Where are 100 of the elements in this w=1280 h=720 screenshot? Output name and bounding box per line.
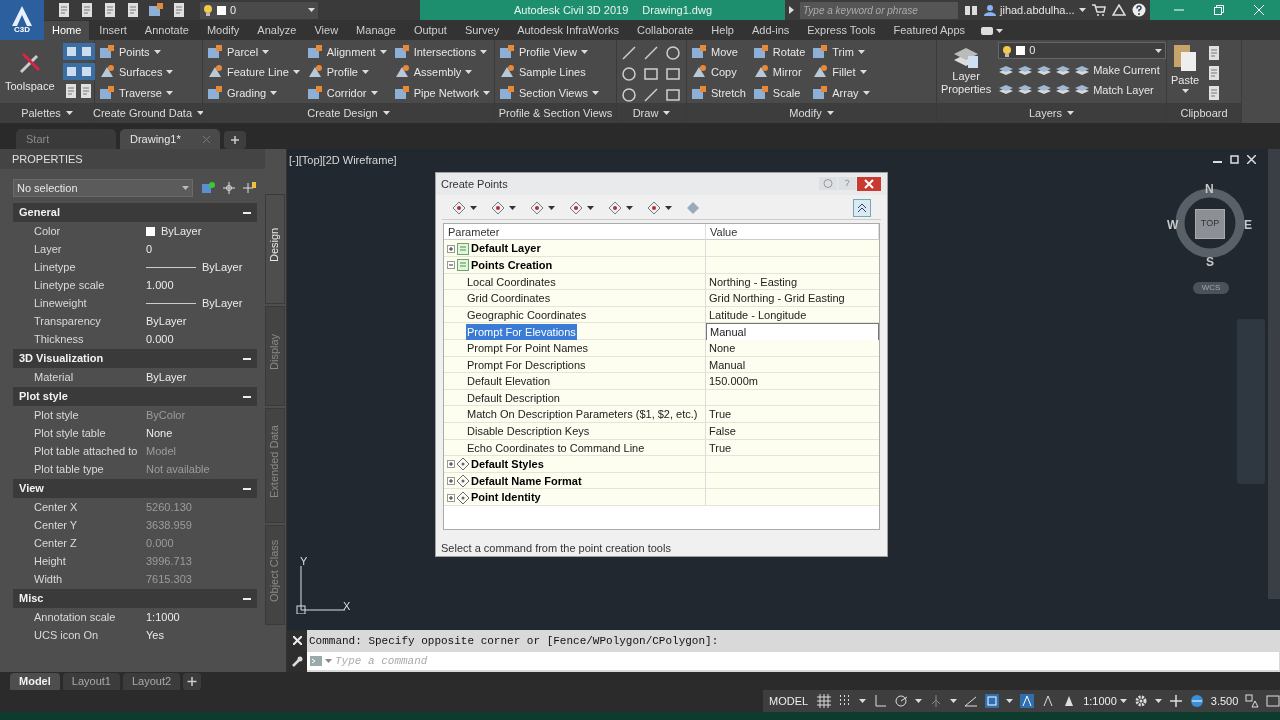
- ribbon-command[interactable]: Corridor: [306, 82, 387, 103]
- viewport-label[interactable]: [-][Top][2D Wireframe]: [289, 152, 397, 169]
- polar-icon[interactable]: [894, 694, 909, 708]
- expand-box-icon[interactable]: [447, 244, 455, 253]
- restore-icon[interactable]: [1230, 155, 1239, 164]
- panel-title[interactable]: Layers: [937, 103, 1166, 123]
- toolbar-icon[interactable]: [79, 2, 95, 18]
- ribbon-tab[interactable]: Help: [703, 21, 742, 40]
- ribbon-command[interactable]: Assembly: [393, 62, 491, 83]
- panel-title[interactable]: Profile & Section Views: [495, 103, 616, 123]
- expand-box-icon[interactable]: [447, 460, 455, 469]
- pickadd-icon[interactable]: [243, 181, 257, 195]
- ribbon-command[interactable]: Surfaces: [99, 62, 174, 83]
- panel-title[interactable]: Modify: [687, 103, 936, 123]
- point-tool-icon[interactable]: [491, 201, 505, 216]
- toolbar-icon[interactable]: [148, 2, 164, 18]
- ribbon-tab[interactable]: Modify: [198, 21, 248, 40]
- layer-properties-button[interactable]: Layer Properties: [941, 42, 992, 103]
- compass-letter[interactable]: W: [1167, 216, 1179, 234]
- parameter-value[interactable]: Northing - Easting: [709, 273, 798, 291]
- drawing-tool-icon[interactable]: [665, 66, 681, 82]
- panel-title[interactable]: Create Design: [203, 103, 494, 123]
- ribbon-tab[interactable]: Collaborate: [629, 21, 702, 40]
- ribbon-tab[interactable]: Annotate: [136, 21, 197, 40]
- selection-cycling-icon[interactable]: [985, 694, 1000, 708]
- parameter-value[interactable]: Latitude - Longitude: [709, 306, 807, 324]
- group-label[interactable]: Points Creation: [471, 257, 553, 274]
- section-header[interactable]: View: [19, 480, 44, 497]
- ribbon-tab[interactable]: Analyze: [249, 21, 305, 40]
- point-tool-icon[interactable]: [530, 201, 544, 216]
- parameter-value[interactable]: 150.000m: [709, 373, 758, 390]
- ribbon-command[interactable]: Rotate: [752, 42, 806, 63]
- parameter-value[interactable]: True: [709, 439, 732, 457]
- drawing-tool-icon[interactable]: [643, 87, 659, 103]
- binoculars-icon[interactable]: [964, 4, 978, 16]
- section-header[interactable]: Misc: [19, 590, 44, 607]
- panel-title[interactable]: Draw: [617, 103, 686, 123]
- parameter-value[interactable]: None: [709, 340, 736, 357]
- ribbon-command[interactable]: Traverse: [99, 82, 174, 103]
- drawing-tool-icon[interactable]: [665, 45, 681, 61]
- ribbon-command[interactable]: Array: [812, 82, 870, 103]
- collapse-box-icon[interactable]: [447, 261, 455, 270]
- annotation-visibility-icon[interactable]: [1020, 694, 1035, 708]
- point-tool-icon[interactable]: [569, 201, 583, 216]
- panel-title[interactable]: Create Ground Data: [95, 103, 202, 123]
- crosshair-icon[interactable]: [223, 182, 235, 194]
- ortho-icon[interactable]: [873, 694, 888, 708]
- point-tool-icon[interactable]: [647, 201, 661, 216]
- parameter-value[interactable]: Manual: [710, 324, 747, 341]
- parameter-label[interactable]: Prompt For Point Names: [466, 340, 590, 357]
- parameter-value[interactable]: Manual: [709, 356, 746, 374]
- compass-letter[interactable]: E: [1244, 216, 1252, 234]
- ribbon-toggle-icon[interactable]: [981, 26, 994, 35]
- clipboard-tool-icon[interactable]: [1206, 65, 1222, 80]
- ribbon-command[interactable]: Section Views: [499, 82, 599, 103]
- ribbon-tab[interactable]: Insert: [91, 21, 135, 40]
- ribbon-tab[interactable]: Add-ins: [743, 21, 798, 40]
- ribbon-command[interactable]: Stretch: [691, 82, 746, 103]
- ribbon-command[interactable]: Pipe Network: [393, 82, 491, 103]
- parameter-value[interactable]: True: [709, 406, 732, 423]
- panel-title[interactable]: Palettes: [0, 103, 94, 123]
- drawing-tool-icon[interactable]: [643, 45, 659, 61]
- layout-tab[interactable]: Layout2: [122, 673, 181, 690]
- drawing-tool-icon[interactable]: [621, 87, 637, 103]
- panel-title[interactable]: Clipboard: [1167, 103, 1241, 123]
- drawing-tool-icon[interactable]: [621, 45, 637, 61]
- viewcube-face[interactable]: TOP: [1195, 209, 1225, 239]
- model-space-button[interactable]: MODEL: [767, 692, 811, 710]
- side-tab[interactable]: Design: [265, 194, 285, 304]
- plus-icon[interactable]: [183, 673, 202, 690]
- ribbon-tab[interactable]: Express Tools: [799, 21, 884, 40]
- document-tab[interactable]: Drawing1*: [120, 129, 220, 149]
- workspace-icon[interactable]: [1189, 694, 1204, 708]
- ribbon-tab[interactable]: Manage: [348, 21, 404, 40]
- layer-dropdown[interactable]: 0: [998, 42, 1167, 59]
- ribbon-command[interactable]: Points: [99, 42, 174, 63]
- parameter-label[interactable]: Echo Coordinates to Command Line: [466, 439, 646, 457]
- ribbon-command[interactable]: Move: [691, 42, 746, 63]
- toolbar-icon[interactable]: [171, 2, 187, 18]
- cart-icon[interactable]: [1091, 4, 1106, 16]
- collapse-panel-icon[interactable]: [853, 199, 871, 218]
- paste-button[interactable]: Paste: [1171, 42, 1200, 103]
- layer-dropdown[interactable]: 0: [200, 1, 318, 19]
- group-label[interactable]: Default Styles: [471, 456, 544, 473]
- ribbon-command[interactable]: Parcel: [207, 42, 300, 63]
- fullscreen-icon[interactable]: [1266, 694, 1280, 708]
- ribbon-command[interactable]: Trim: [812, 42, 870, 63]
- search-field[interactable]: Type a keyword or phrase: [800, 1, 958, 19]
- quick-select-icon[interactable]: [201, 181, 215, 195]
- section-header[interactable]: Plot style: [19, 388, 68, 405]
- expand-box-icon[interactable]: [447, 493, 455, 502]
- ribbon-command[interactable]: Intersections: [393, 42, 491, 63]
- layout-tab[interactable]: Model: [10, 673, 60, 690]
- close-icon[interactable]: [857, 176, 881, 191]
- parameter-label[interactable]: Prompt For Elevations: [466, 324, 577, 341]
- compass-letter[interactable]: N: [1205, 180, 1214, 198]
- point-tool-icon[interactable]: [608, 201, 622, 216]
- layout-tab[interactable]: Layout1: [62, 673, 120, 690]
- clipboard-tool-icon[interactable]: [1206, 85, 1222, 100]
- ribbon-tab[interactable]: Output: [405, 21, 455, 40]
